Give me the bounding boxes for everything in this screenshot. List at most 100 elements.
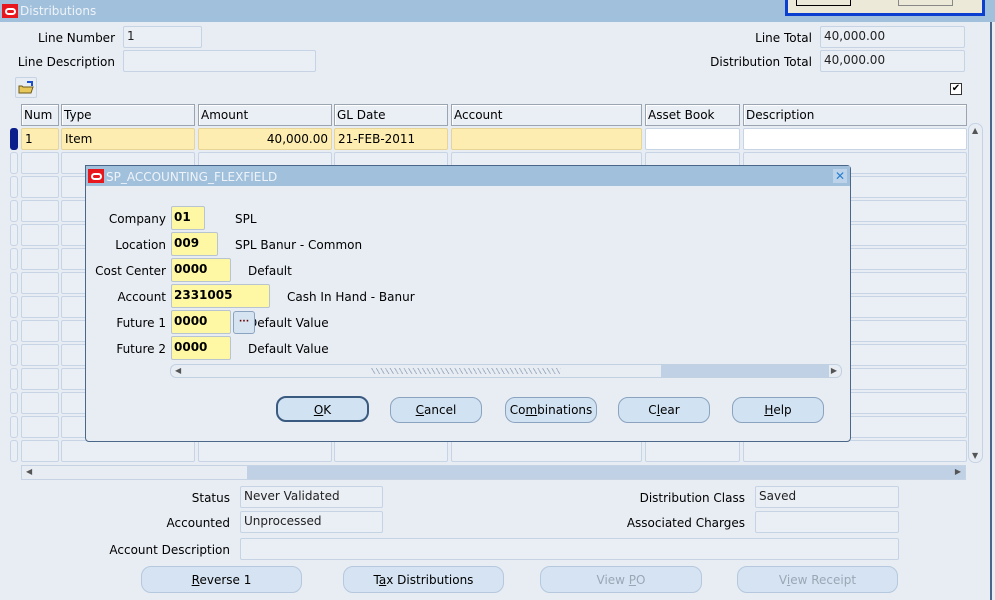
scroll-up-icon[interactable]: ▲ xyxy=(972,126,978,135)
row-indicator[interactable] xyxy=(10,272,18,294)
tax-distributions-button[interactable]: Tax Distributions xyxy=(343,566,504,593)
combinations-button[interactable]: Combinations xyxy=(505,397,597,423)
associated-charges-label: Associated Charges xyxy=(626,516,745,530)
table-cell-num[interactable] xyxy=(21,344,59,366)
row-indicator[interactable] xyxy=(10,320,18,342)
scroll-left-icon[interactable]: ◀ xyxy=(26,467,32,476)
row-indicator[interactable] xyxy=(10,248,18,270)
accounted-field[interactable]: Unprocessed xyxy=(240,511,383,533)
oracle-logo-icon xyxy=(2,4,18,18)
row-indicator[interactable] xyxy=(10,128,18,150)
status-field[interactable]: Never Validated xyxy=(240,486,383,508)
segment-input[interactable]: 009 xyxy=(171,232,218,256)
close-icon[interactable]: ✕ xyxy=(833,169,847,183)
table-vertical-scrollbar[interactable]: ▲ ▼ xyxy=(968,123,983,463)
table-cell-num[interactable] xyxy=(21,392,59,414)
table-cell-num[interactable] xyxy=(21,152,59,174)
distribution-total-field[interactable]: 40,000.00 xyxy=(820,50,965,72)
select-checkbox[interactable]: ✔ xyxy=(950,83,962,95)
table-cell-num[interactable] xyxy=(21,296,59,318)
account-description-field[interactable] xyxy=(240,538,899,560)
cell-value xyxy=(452,129,641,135)
segment-description: Default Value xyxy=(248,316,329,330)
column-header-asset-book[interactable]: Asset Book xyxy=(645,104,740,126)
table-cell-amount[interactable]: 40,000.00 xyxy=(198,128,332,150)
view-po-button[interactable]: View PO xyxy=(540,566,702,593)
segment-input[interactable]: 0000 xyxy=(171,310,231,334)
table-cell-gl-date[interactable] xyxy=(334,440,448,462)
row-indicator[interactable] xyxy=(10,440,18,462)
row-indicator[interactable] xyxy=(10,296,18,318)
table-cell-asset-book[interactable] xyxy=(645,128,740,150)
row-indicator[interactable] xyxy=(10,224,18,246)
line-number-label: Line Number xyxy=(37,31,115,45)
open-folder-button[interactable] xyxy=(15,77,37,98)
table-cell-gl-date[interactable]: 21-FEB-2011 xyxy=(334,128,448,150)
column-header-type[interactable]: Type xyxy=(61,104,195,126)
help-button[interactable]: Help xyxy=(732,397,824,423)
table-horizontal-scrollbar[interactable]: ◀ ▶ xyxy=(21,465,966,480)
table-cell-num[interactable]: 1 xyxy=(21,128,59,150)
segment-input[interactable]: 0000 xyxy=(171,258,231,282)
view-receipt-button[interactable]: View Receipt xyxy=(737,566,898,593)
table-cell-asset-book[interactable] xyxy=(645,440,740,462)
segment-input[interactable]: 2331005 xyxy=(171,284,270,308)
column-header-account[interactable]: Account xyxy=(451,104,642,126)
row-indicator[interactable] xyxy=(10,416,18,438)
distribution-class-field[interactable]: Saved xyxy=(755,486,899,508)
scroll-thumb-grip[interactable] xyxy=(371,368,561,374)
line-number-field[interactable]: 1 xyxy=(123,26,202,48)
table-cell-description[interactable] xyxy=(743,440,967,462)
segment-description: SPL Banur - Common xyxy=(235,238,363,252)
table-cell-num[interactable] xyxy=(21,272,59,294)
table-cell-account[interactable] xyxy=(451,440,642,462)
column-header-gl-date[interactable]: GL Date xyxy=(334,104,448,126)
segment-input[interactable]: 01 xyxy=(171,206,205,230)
reverse-button[interactable]: Reverse 1 xyxy=(141,566,302,593)
table-cell-num[interactable] xyxy=(21,200,59,222)
table-cell-num[interactable] xyxy=(21,416,59,438)
distribution-class-label: Distribution Class xyxy=(639,491,745,505)
associated-charges-field[interactable] xyxy=(755,511,899,533)
table-cell-account[interactable] xyxy=(451,128,642,150)
ok-button[interactable]: OK xyxy=(276,396,369,422)
segment-label: Account xyxy=(117,290,166,304)
table-cell-description[interactable] xyxy=(743,128,967,150)
scroll-left-icon[interactable]: ◀ xyxy=(175,366,181,375)
column-header-amount[interactable]: Amount xyxy=(198,104,332,126)
scroll-thumb[interactable] xyxy=(22,466,247,479)
table-cell-num[interactable] xyxy=(21,320,59,342)
table-cell-amount[interactable] xyxy=(198,440,332,462)
folder-icon xyxy=(18,81,34,94)
table-cell-num[interactable] xyxy=(21,248,59,270)
line-total-field[interactable]: 40,000.00 xyxy=(820,26,965,48)
lov-button[interactable]: ··· xyxy=(233,311,255,334)
table-cell-num[interactable] xyxy=(21,440,59,462)
row-indicator[interactable] xyxy=(10,200,18,222)
row-indicator[interactable] xyxy=(10,152,18,174)
dialog-title: SP_ACCOUNTING_FLEXFIELD xyxy=(106,170,278,184)
table-cell-type[interactable] xyxy=(61,440,195,462)
line-description-field[interactable] xyxy=(123,50,316,72)
row-indicator[interactable] xyxy=(10,344,18,366)
table-cell-type[interactable]: Item xyxy=(61,128,195,150)
table-cell-num[interactable] xyxy=(21,224,59,246)
column-header-description[interactable]: Description xyxy=(743,104,967,126)
clear-button[interactable]: Clear xyxy=(618,397,710,423)
column-header-num[interactable]: Num xyxy=(21,104,59,126)
scroll-right-icon[interactable]: ▶ xyxy=(955,467,961,476)
segment-input[interactable]: 0000 xyxy=(171,336,231,360)
segment-description: Default xyxy=(248,264,292,278)
table-cell-num[interactable] xyxy=(21,176,59,198)
scroll-right-icon[interactable]: ▶ xyxy=(831,366,837,375)
cell-value: 40,000.00 xyxy=(266,132,328,146)
scroll-down-icon[interactable]: ▼ xyxy=(972,451,978,460)
cancel-button[interactable]: Cancel xyxy=(390,397,482,423)
table-cell-num[interactable] xyxy=(21,368,59,390)
segment-label: Company xyxy=(108,212,166,226)
segment-description: SPL xyxy=(235,212,257,226)
dialog-horizontal-scrollbar[interactable]: ◀ ▶ xyxy=(170,364,842,378)
row-indicator[interactable] xyxy=(10,176,18,198)
row-indicator[interactable] xyxy=(10,392,18,414)
row-indicator[interactable] xyxy=(10,368,18,390)
